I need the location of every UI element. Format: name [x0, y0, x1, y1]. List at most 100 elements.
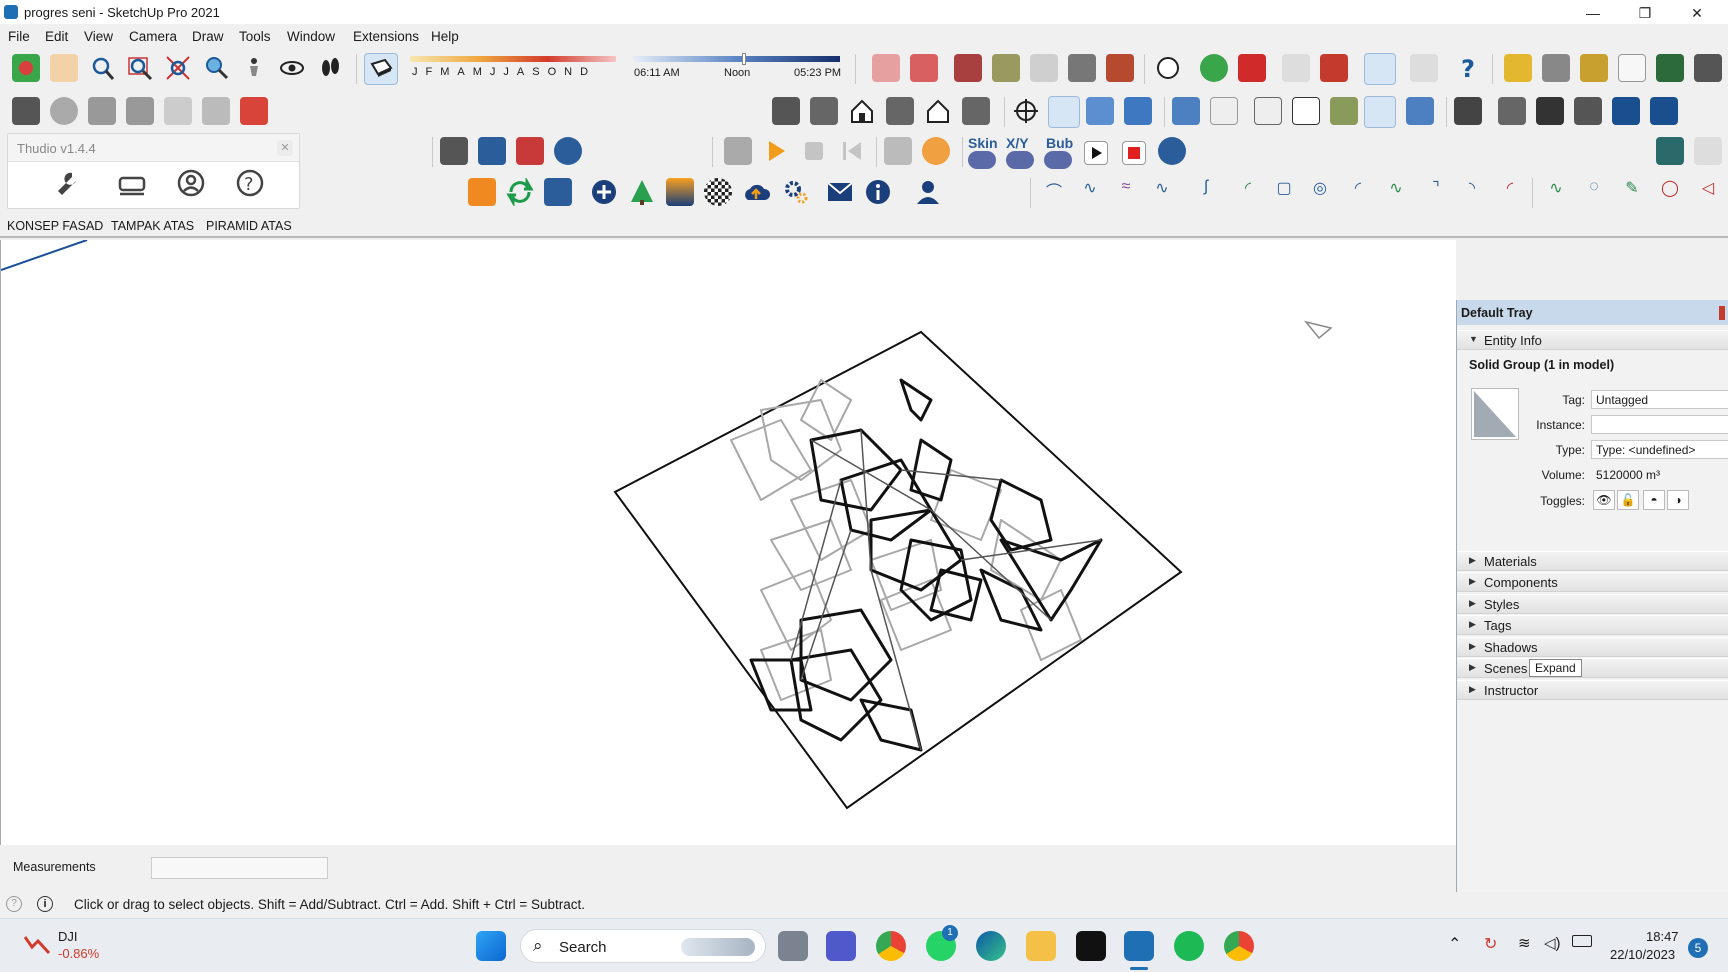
section-styles[interactable]: ▶ Styles: [1457, 594, 1728, 614]
section-instructor[interactable]: ▶ Instructor: [1457, 680, 1728, 700]
clock-date[interactable]: 22/10/2023: [1610, 947, 1675, 962]
checker-material-icon[interactable]: [704, 178, 732, 206]
protractor-icon[interactable]: [1580, 54, 1608, 82]
user-icon[interactable]: [914, 178, 942, 206]
chrome-icon[interactable]: [876, 931, 906, 961]
tray-close-icon[interactable]: [1719, 306, 1725, 320]
sandbox-from-scratch-icon[interactable]: [910, 54, 938, 82]
ellipse-tool-icon[interactable]: ◯: [1656, 178, 1684, 206]
animation-camera-2-icon[interactable]: [88, 97, 116, 125]
animation-stop-icon[interactable]: [240, 97, 268, 125]
wifi-icon[interactable]: ≋: [1518, 934, 1531, 952]
animation-camera-3-icon[interactable]: [126, 97, 154, 125]
info-icon[interactable]: [864, 178, 892, 206]
previous-view-icon[interactable]: [202, 54, 230, 82]
look-around-icon[interactable]: [278, 54, 306, 82]
play-animation-icon[interactable]: [1084, 141, 1108, 165]
close-button[interactable]: ✕: [1674, 2, 1720, 24]
animation-camera-icon[interactable]: [12, 97, 40, 125]
xy-label[interactable]: X/Y: [1006, 135, 1029, 151]
type-select[interactable]: Type: <undefined>: [1591, 440, 1728, 459]
cloud-upload-icon[interactable]: [742, 178, 771, 206]
bub-label[interactable]: Bub: [1046, 135, 1073, 151]
tag-shape-icon[interactable]: [1694, 137, 1722, 165]
menu-tools[interactable]: Tools: [239, 29, 271, 44]
transfer-icon[interactable]: [544, 178, 572, 206]
add-circle-icon[interactable]: [590, 178, 618, 206]
task-view-icon[interactable]: [778, 931, 808, 961]
layers-stack-2-icon[interactable]: [478, 137, 506, 165]
section-tags[interactable]: ▶ Tags: [1457, 615, 1728, 635]
curve-tool-6-icon[interactable]: ∿: [1542, 178, 1570, 206]
menu-edit[interactable]: Edit: [45, 29, 68, 44]
volume-icon[interactable]: ◁): [1544, 934, 1561, 952]
walk-icon[interactable]: [316, 54, 344, 82]
clock-time[interactable]: 18:47: [1646, 929, 1679, 944]
arc-tool-3-icon[interactable]: ◝: [1458, 178, 1486, 206]
spotify-icon[interactable]: [1174, 931, 1204, 961]
lock-toggle-icon[interactable]: 🔓: [1617, 490, 1639, 510]
tag-select[interactable]: Untagged: [1591, 390, 1728, 409]
file-explorer-icon[interactable]: [1026, 931, 1056, 961]
sketchup-taskbar-icon[interactable]: [1124, 931, 1154, 961]
orbit-icon[interactable]: [12, 54, 40, 82]
sun-path-icon[interactable]: [884, 137, 912, 165]
receive-shadows-icon[interactable]: ◓: [1643, 490, 1665, 510]
update-icon[interactable]: ↻: [1484, 934, 1497, 954]
arc-tool-4-icon[interactable]: ◜: [1496, 178, 1524, 206]
zoom-window-icon[interactable]: [126, 54, 154, 82]
shadow-time-slider[interactable]: [634, 56, 840, 62]
section-plane-icon[interactable]: [1012, 97, 1040, 125]
xy-icon[interactable]: [1006, 151, 1034, 169]
terrain-icon[interactable]: [666, 178, 694, 206]
teams-chat-icon[interactable]: [826, 931, 856, 961]
tree-icon[interactable]: [628, 178, 656, 206]
rectangle-tool-icon[interactable]: ▢: [1270, 178, 1298, 206]
curve-tool-5-icon[interactable]: ʃ: [1192, 178, 1220, 206]
style-xray-icon[interactable]: [1172, 97, 1200, 125]
circle-dotted-icon[interactable]: ◌: [1580, 178, 1608, 206]
extension-warehouse-icon[interactable]: [1238, 54, 1266, 82]
help-question-icon[interactable]: ?: [1454, 54, 1482, 83]
arc-tool-2-icon[interactable]: ◜: [1344, 178, 1372, 206]
menu-file[interactable]: File: [8, 29, 30, 44]
globe-layers-icon[interactable]: [554, 137, 582, 165]
location-pin-icon[interactable]: [922, 137, 950, 165]
layers-stack-3-icon[interactable]: [516, 137, 544, 165]
layer-tool-2-icon[interactable]: [1612, 97, 1640, 125]
section-components[interactable]: ▶ Components: [1457, 572, 1728, 592]
refresh-icon[interactable]: [506, 176, 534, 208]
model-canvas[interactable]: [1, 240, 1456, 845]
sandbox-from-contours-icon[interactable]: [872, 54, 900, 82]
view-iso-icon[interactable]: [772, 97, 800, 125]
geo-location-icon[interactable]: ?: [6, 896, 22, 912]
display-section-planes-icon[interactable]: [1048, 96, 1080, 128]
taskbar-search-box[interactable]: ⌕ Search: [520, 929, 766, 963]
skin-icon[interactable]: [968, 151, 996, 169]
settings-gears-icon[interactable]: [782, 178, 810, 206]
lasso-tool-icon[interactable]: ◁: [1694, 178, 1722, 206]
corner-tool-icon[interactable]: ⌝: [1422, 178, 1450, 206]
toggle-terrain-icon[interactable]: [1282, 54, 1310, 82]
menu-window[interactable]: Window: [287, 29, 335, 44]
make-component-icon[interactable]: [1454, 97, 1482, 125]
display-section-fill-icon[interactable]: [1124, 97, 1152, 125]
visible-toggle-eye-icon[interactable]: 👁: [1593, 490, 1615, 510]
view-right-icon[interactable]: [886, 97, 914, 125]
zoom-extents-icon[interactable]: [164, 54, 192, 82]
3d-warehouse-icon[interactable]: [1410, 54, 1438, 82]
show-hidden-icons-icon[interactable]: ⌃: [1448, 934, 1461, 954]
shadows-toggle-icon[interactable]: [364, 53, 398, 85]
drape-icon[interactable]: [1030, 54, 1058, 82]
model-viewport[interactable]: [0, 240, 1456, 845]
axes-icon[interactable]: [1656, 54, 1684, 82]
instance-input[interactable]: [1591, 415, 1728, 434]
add-detail-icon[interactable]: [1068, 54, 1096, 82]
windows-start-icon[interactable]: [476, 931, 506, 961]
grid-view-icon[interactable]: [1656, 137, 1684, 165]
3d-text-icon[interactable]: [1694, 54, 1722, 82]
instructor-info-icon[interactable]: i: [37, 896, 53, 912]
curve-tool-3-icon[interactable]: ≈: [1112, 178, 1140, 206]
tape-measure-icon[interactable]: [1504, 54, 1532, 82]
flip-edge-icon[interactable]: [1106, 54, 1134, 82]
